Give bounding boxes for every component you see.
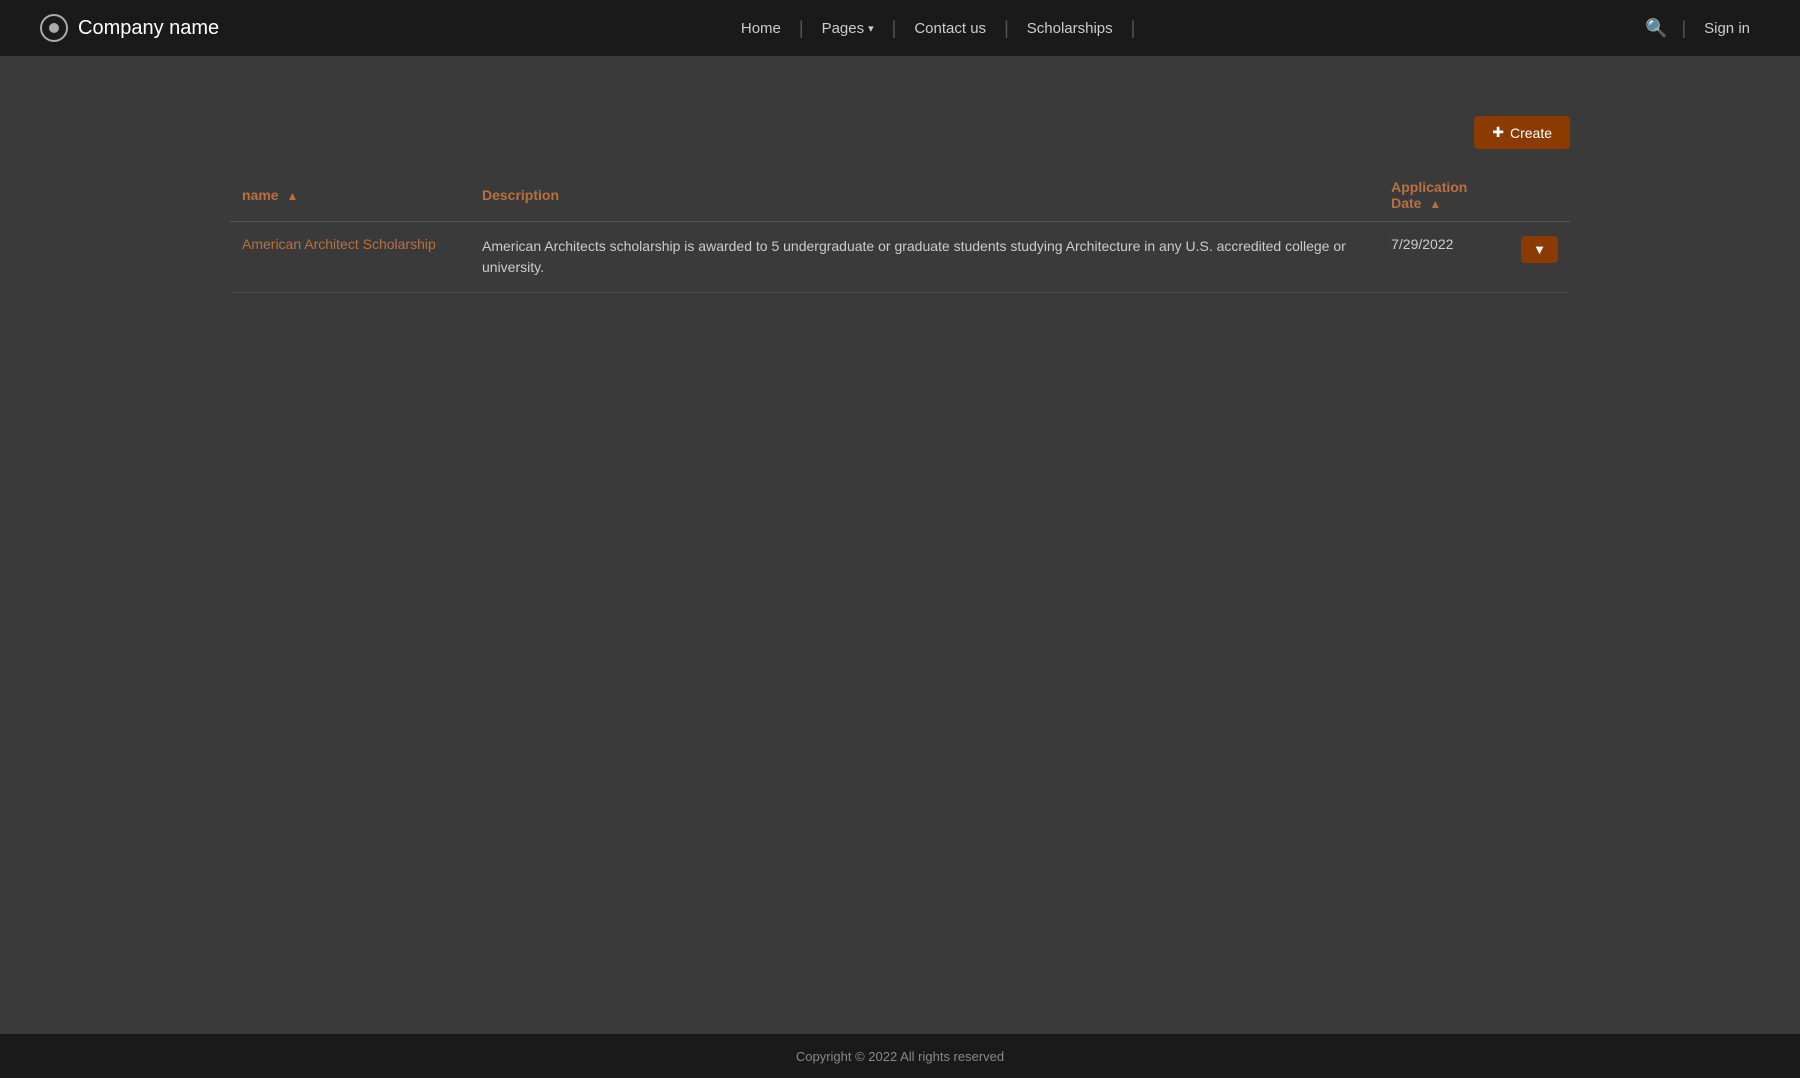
search-icon[interactable]: 🔍 bbox=[1639, 12, 1673, 45]
col-name-label: name bbox=[242, 187, 279, 203]
col-description-label: Description bbox=[482, 187, 559, 203]
nav-link-pages-label: Pages bbox=[822, 20, 865, 37]
brand[interactable]: Company name bbox=[40, 14, 219, 42]
logo-icon bbox=[40, 14, 68, 42]
col-header-description: Description bbox=[470, 169, 1379, 222]
nav-link-contact[interactable]: Contact us bbox=[896, 20, 1004, 37]
table-row: American Architect Scholarship American … bbox=[230, 222, 1570, 293]
plus-icon: ✚ bbox=[1492, 124, 1504, 141]
row-name[interactable]: American Architect Scholarship bbox=[230, 222, 470, 293]
row-action-button[interactable]: ▼ bbox=[1521, 236, 1558, 263]
table-header-row: name ▲ Description Application Date ▲ bbox=[230, 169, 1570, 222]
nav-link-home[interactable]: Home bbox=[723, 20, 799, 37]
nav-link-pages[interactable]: Pages ▾ bbox=[804, 20, 892, 37]
scholarship-table: name ▲ Description Application Date ▲ Am… bbox=[230, 169, 1570, 293]
sort-icon-name: ▲ bbox=[286, 189, 298, 203]
navbar: Company name Home | Pages ▾ | Contact us… bbox=[0, 0, 1800, 56]
row-date: 7/29/2022 bbox=[1379, 222, 1509, 293]
toolbar: ✚ Create bbox=[230, 116, 1570, 149]
copyright-text: Copyright © 2022 All rights reserved bbox=[796, 1049, 1004, 1064]
brand-name: Company name bbox=[78, 17, 219, 40]
signin-button[interactable]: Sign in bbox=[1694, 20, 1760, 37]
footer: Copyright © 2022 All rights reserved bbox=[0, 1034, 1800, 1078]
nav-divider-4: | bbox=[1131, 18, 1136, 39]
nav-divider-5: | bbox=[1681, 18, 1686, 39]
row-action-cell: ▼ bbox=[1509, 222, 1570, 293]
create-button[interactable]: ✚ Create bbox=[1474, 116, 1570, 149]
col-header-actions bbox=[1509, 169, 1570, 222]
nav-links: Home | Pages ▾ | Contact us | Scholarshi… bbox=[723, 18, 1135, 39]
nav-link-scholarships[interactable]: Scholarships bbox=[1009, 20, 1131, 37]
chevron-down-icon: ▼ bbox=[1533, 242, 1546, 257]
chevron-down-icon: ▾ bbox=[868, 22, 874, 35]
sort-icon-date: ▲ bbox=[1429, 197, 1441, 211]
col-header-application-date[interactable]: Application Date ▲ bbox=[1379, 169, 1509, 222]
col-header-name[interactable]: name ▲ bbox=[230, 169, 470, 222]
row-description: American Architects scholarship is award… bbox=[470, 222, 1379, 293]
main-content: ✚ Create name ▲ Description Application … bbox=[0, 56, 1800, 333]
nav-actions: 🔍 | Sign in bbox=[1639, 12, 1760, 45]
create-label: Create bbox=[1510, 125, 1552, 141]
